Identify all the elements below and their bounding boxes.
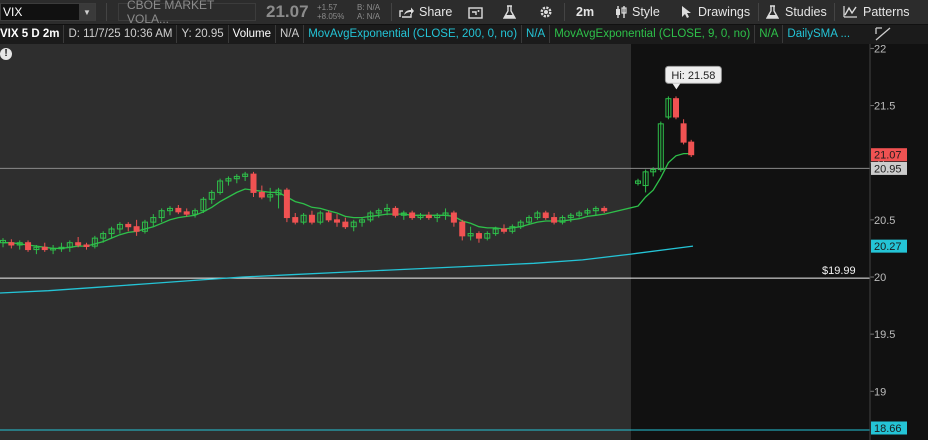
price-axis-label: 21.5: [874, 101, 895, 113]
candle-body: [183, 211, 190, 215]
candle-body: [673, 98, 679, 118]
candle-body: [175, 207, 182, 213]
candle-body: [133, 226, 140, 232]
candle-body: [459, 221, 466, 237]
daily-sma-price-tag: 18.66: [874, 423, 902, 435]
candle-body: [551, 217, 558, 223]
candle-body: [475, 233, 482, 239]
price-chart[interactable]: 2221.52120.52019.51921.0720.9520.2718.66…: [0, 0, 928, 440]
session-background: [631, 44, 870, 440]
candle-body: [342, 221, 349, 228]
ema200-label[interactable]: MovAvgExponential (CLOSE, 200, 0, no): [304, 25, 523, 43]
candle-body: [334, 219, 340, 223]
candle-body: [283, 189, 290, 219]
y-readout: Y: 20.95: [177, 25, 229, 43]
study-info-bar: VIX 5 D 2m D: 11/7/25 10:36 AM Y: 20.95 …: [0, 25, 928, 43]
price-axis-label: 19: [874, 386, 886, 398]
ema200-value: N/A: [522, 25, 551, 43]
candle-body: [325, 212, 332, 221]
candle-body: [680, 123, 687, 143]
candle-body: [409, 212, 416, 219]
ema9-label[interactable]: MovAvgExponential (CLOSE, 9, 0, no): [550, 25, 756, 43]
volume-value: N/A: [276, 25, 305, 43]
candle-body: [292, 217, 299, 223]
ema200-price-tag: 20.27: [874, 241, 902, 253]
last-price-tag: 21.07: [874, 150, 902, 162]
candle-body: [125, 223, 132, 228]
price-axis-label: 20.5: [874, 215, 895, 227]
candle-body: [688, 141, 695, 156]
candle-body: [450, 212, 457, 223]
price-axis-label: 19.5: [874, 329, 895, 341]
candle-body: [258, 191, 265, 198]
alert-icon[interactable]: !: [0, 48, 12, 60]
ema9-value: N/A: [755, 25, 784, 43]
candle-body: [75, 242, 82, 246]
candle-body: [8, 242, 15, 246]
high-label: Hi: 21.58: [671, 70, 715, 82]
candle-body: [25, 242, 32, 251]
price-axis-label: 22: [874, 43, 886, 55]
candle-body: [250, 173, 257, 193]
candle-body: [41, 246, 48, 251]
crosshair-price-tag: 20.95: [874, 163, 902, 175]
chart-label: VIX 5 D 2m: [0, 25, 65, 43]
candle-body: [601, 207, 608, 212]
volume-label[interactable]: Volume: [229, 25, 277, 43]
date-readout: D: 11/7/25 10:36 AM: [64, 25, 178, 43]
level-label: $19.99: [822, 265, 856, 277]
candle-body: [425, 214, 432, 219]
daily-sma-label[interactable]: DailySMA ...: [783, 25, 854, 43]
candle-body: [308, 214, 315, 223]
candle-body: [392, 207, 399, 216]
price-axis-label: 20: [874, 272, 886, 284]
candle-body: [83, 244, 90, 247]
candle-body: [501, 228, 507, 232]
candle-body: [542, 212, 549, 219]
